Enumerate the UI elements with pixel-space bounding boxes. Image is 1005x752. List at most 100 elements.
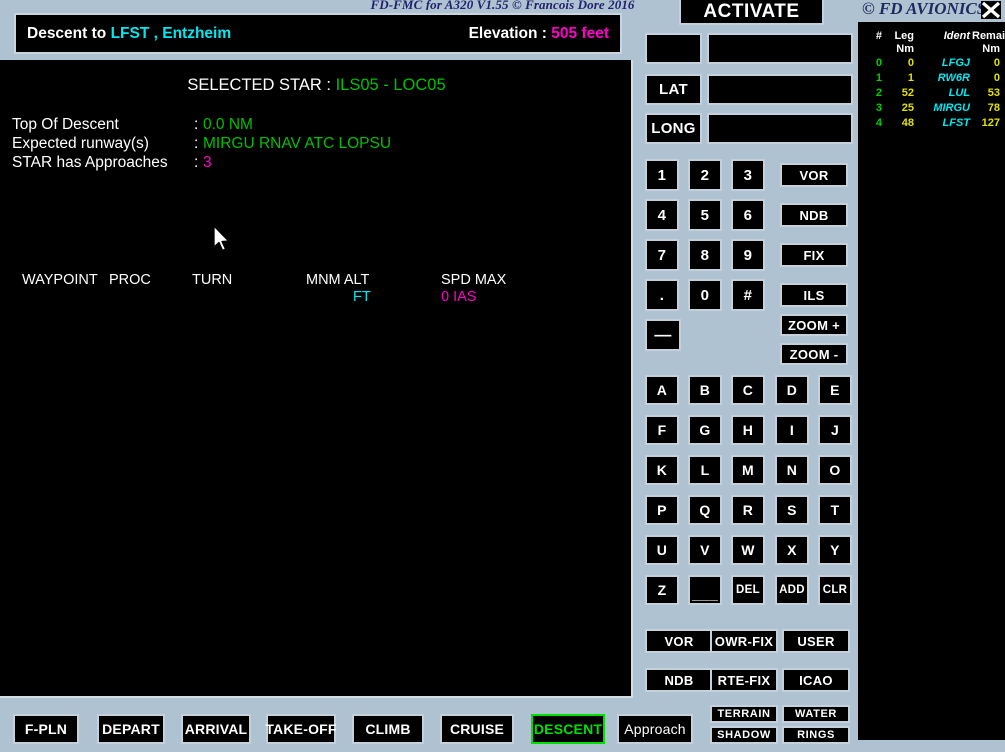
close-x-icon[interactable]	[981, 1, 1001, 19]
key-6[interactable]: 6	[731, 199, 765, 231]
key-w[interactable]: W	[731, 535, 765, 565]
lat-input-field[interactable]	[707, 74, 853, 105]
key-space[interactable]: ___	[688, 575, 722, 605]
activate-button[interactable]: ACTIVATE	[679, 0, 824, 25]
key-y[interactable]: Y	[818, 535, 852, 565]
column-unit-speed-ias: 0 IAS	[441, 289, 477, 305]
nav-button-descent[interactable]: DESCENT	[531, 714, 605, 744]
function-button-vor[interactable]: VOR	[645, 629, 713, 653]
function-button-ndb[interactable]: NDB	[645, 668, 713, 692]
key-f[interactable]: F	[645, 415, 679, 445]
navaid-button-zoom[interactable]: ZOOM -	[780, 343, 848, 365]
toggle-button-shadow[interactable]: SHADOW	[710, 726, 778, 744]
key-z[interactable]: Z	[645, 575, 679, 605]
fp-cell-leg: 1	[907, 72, 914, 84]
nav-button-depart[interactable]: DEPART	[97, 714, 165, 744]
key-p[interactable]: P	[645, 495, 679, 525]
descent-destination-value: LFST , Entzheim	[110, 24, 232, 42]
key-8[interactable]: 8	[688, 239, 722, 271]
function-button-icao[interactable]: ICAO	[782, 668, 850, 692]
key-e[interactable]: E	[818, 375, 852, 405]
flightplan-row[interactable]: 3 25 MIRGU 78	[858, 102, 1005, 117]
selected-star-label: SELECTED STAR :	[187, 76, 336, 94]
fp-cell-leg: 0	[907, 57, 914, 69]
key-g[interactable]: G	[688, 415, 722, 445]
navaid-button-ils[interactable]: ILS	[780, 283, 848, 307]
blank-entry-field[interactable]	[707, 33, 853, 64]
key-5[interactable]: 5	[688, 199, 722, 231]
nav-button-f-pln[interactable]: F-PLN	[13, 714, 79, 744]
info-value-top-of-descent: 0.0 NM	[203, 116, 253, 133]
key-n[interactable]: N	[775, 455, 809, 485]
key-l[interactable]: L	[688, 455, 722, 485]
info-label-top-of-descent: Top Of Descent	[12, 116, 119, 133]
key-3[interactable]: 3	[731, 159, 765, 191]
key-m[interactable]: M	[731, 455, 765, 485]
nav-button-arrival[interactable]: ARRIVAL	[181, 714, 251, 744]
key-u[interactable]: U	[645, 535, 679, 565]
info-sep: :	[194, 116, 199, 133]
key-j[interactable]: J	[818, 415, 852, 445]
mouse-cursor-icon	[213, 225, 230, 252]
keypad-panel: ACTIVATE LAT LONG 1 2 3 4 5 6 7 8 9. 0 # — VOR NDB FI…	[640, 0, 858, 752]
key-r[interactable]: R	[731, 495, 765, 525]
info-value-expected-runways: MIRGU RNAV ATC LOPSU	[203, 135, 392, 152]
elevation-text: Elevation : 505 feet	[469, 25, 609, 43]
flightplan-row[interactable]: 4 48 LFST 127	[858, 117, 1005, 132]
key-b[interactable]: B	[688, 375, 722, 405]
key-0[interactable]: 0	[688, 279, 722, 311]
flightplan-row[interactable]: 1 1 RW6R 0	[858, 72, 1005, 87]
key-c[interactable]: C	[731, 375, 765, 405]
lat-label-button[interactable]: LAT	[645, 74, 702, 105]
key-x[interactable]: X	[775, 535, 809, 565]
toggle-button-rings[interactable]: RINGS	[782, 726, 850, 744]
key-1[interactable]: 1	[645, 159, 679, 191]
key-k[interactable]: K	[645, 455, 679, 485]
key-s[interactable]: S	[775, 495, 809, 525]
key-add[interactable]: ADD	[775, 575, 809, 605]
blank-label-field[interactable]	[645, 33, 702, 64]
nav-button-cruise[interactable]: CRUISE	[440, 714, 514, 744]
key-9[interactable]: 9	[731, 239, 765, 271]
key-q[interactable]: Q	[688, 495, 722, 525]
navaid-button-fix[interactable]: FIX	[780, 243, 848, 267]
navaid-button-zoom[interactable]: ZOOM +	[780, 314, 848, 336]
key-minus[interactable]: —	[645, 319, 681, 351]
nav-button-take-off[interactable]: TAKE-OFF	[265, 714, 336, 744]
key-hash[interactable]: #	[731, 279, 765, 311]
toggle-button-water[interactable]: WATER	[782, 705, 850, 723]
key-i[interactable]: I	[775, 415, 809, 445]
key-a[interactable]: A	[645, 375, 679, 405]
key-h[interactable]: H	[731, 415, 765, 445]
key-v[interactable]: V	[688, 535, 722, 565]
key-t[interactable]: T	[818, 495, 852, 525]
info-sep: :	[194, 135, 199, 152]
key-d[interactable]: D	[775, 375, 809, 405]
toggle-button-terrain[interactable]: TERRAIN	[710, 705, 778, 723]
flightplan-rows: 0 0 LFGJ 0 1 1 RW6R 0 2 52 LUL 53 3 25 MIRGU 78 4 48 LFST 1…	[858, 57, 1005, 132]
key-o[interactable]: O	[818, 455, 852, 485]
key-2[interactable]: 2	[688, 159, 722, 191]
nav-button-approach[interactable]: Approach	[617, 714, 693, 744]
info-label-star-approaches: STAR has Approaches	[12, 154, 168, 171]
function-button-owr-fix[interactable]: OWR-FIX	[710, 629, 778, 653]
key-del[interactable]: DEL	[731, 575, 765, 605]
fp-cell-num: 0	[875, 57, 882, 69]
navaid-button-ndb[interactable]: NDB	[780, 203, 848, 227]
long-input-field[interactable]	[707, 113, 853, 144]
long-label-button[interactable]: LONG	[645, 113, 702, 144]
column-unit-feet: FT	[353, 289, 371, 305]
flightplan-row[interactable]: 0 0 LFGJ 0	[858, 57, 1005, 72]
nav-button-climb[interactable]: CLIMB	[352, 714, 424, 744]
key-7[interactable]: 7	[645, 239, 679, 271]
navaid-button-vor[interactable]: VOR	[780, 163, 848, 187]
key-period[interactable]: .	[645, 279, 679, 311]
flightplan-panel: # Leg Ident Remain Nm Nm 0 0 LFGJ 0 1 1 RW6R 0 2…	[858, 22, 1005, 740]
flightplan-row[interactable]: 2 52 LUL 53	[858, 87, 1005, 102]
function-button-user[interactable]: USER	[782, 629, 850, 653]
column-header-mnm-alt: MNM ALT	[306, 272, 370, 288]
key-clr[interactable]: CLR	[818, 575, 852, 605]
fp-cell-num: 2	[875, 87, 882, 99]
function-button-rte-fix[interactable]: RTE-FIX	[710, 668, 778, 692]
key-4[interactable]: 4	[645, 199, 679, 231]
